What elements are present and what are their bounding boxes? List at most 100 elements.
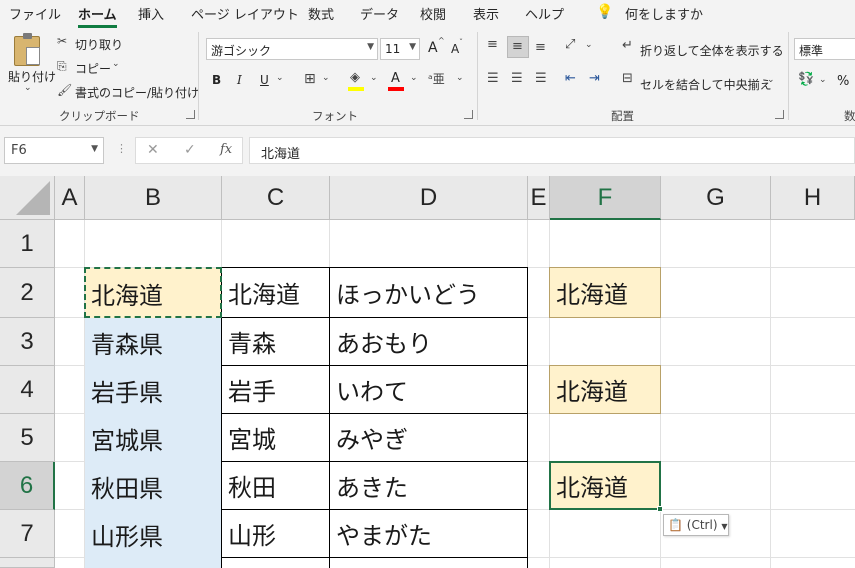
row-header-6[interactable]: 6 xyxy=(0,462,55,510)
column-header-e[interactable]: E xyxy=(528,176,550,220)
cell-b8[interactable] xyxy=(85,558,222,568)
row-header-4[interactable]: 4 xyxy=(0,366,55,414)
copy-icon[interactable]: ⎘ xyxy=(57,59,67,74)
decrease-indent-icon[interactable]: ⇤ xyxy=(565,71,576,86)
name-box[interactable]: F6 ▼ xyxy=(4,137,104,164)
number-format-combo[interactable]: 標準 xyxy=(794,38,855,60)
cell-d6[interactable]: あきた xyxy=(329,461,528,510)
copy-button[interactable]: コピー xyxy=(75,60,111,77)
row-header-2[interactable]: 2 xyxy=(0,268,55,318)
chevron-down-icon[interactable]: ⌄ xyxy=(112,59,120,69)
cell-b6[interactable]: 秋田県 xyxy=(85,462,222,510)
cell-c8[interactable] xyxy=(221,557,330,568)
dialog-launcher-icon[interactable] xyxy=(464,110,473,119)
row-header-3[interactable]: 3 xyxy=(0,318,55,366)
italic-button[interactable]: I xyxy=(237,73,242,87)
cell-c7[interactable]: 山形 xyxy=(221,509,330,558)
align-left-icon[interactable]: ☰ xyxy=(487,71,499,86)
bold-button[interactable]: B xyxy=(212,73,221,87)
column-header-d[interactable]: D xyxy=(330,176,528,220)
increase-indent-icon[interactable]: ⇥ xyxy=(589,71,600,86)
tab-file[interactable]: ファイル xyxy=(9,4,61,23)
fill-handle[interactable] xyxy=(657,506,663,512)
chevron-down-icon[interactable]: ⌄ xyxy=(276,73,284,83)
align-middle-button[interactable]: ≡ xyxy=(507,36,529,58)
row-header-5[interactable]: 5 xyxy=(0,414,55,462)
cell-b4[interactable]: 岩手県 xyxy=(85,366,222,414)
chevron-down-icon[interactable]: ⌄ xyxy=(370,73,378,83)
row-header-1[interactable]: 1 xyxy=(0,220,55,268)
merge-center-icon[interactable]: ⊟ xyxy=(622,71,633,86)
dialog-launcher-icon[interactable] xyxy=(186,110,195,119)
select-all-button[interactable] xyxy=(0,176,55,220)
align-bottom-icon[interactable]: ≡ xyxy=(535,40,546,55)
insert-function-icon[interactable]: fx xyxy=(220,142,232,157)
column-header-c[interactable]: C xyxy=(222,176,330,220)
font-color-button[interactable]: A xyxy=(391,71,400,86)
align-top-icon[interactable]: ≡ xyxy=(487,37,498,52)
font-name-combo[interactable]: 游ゴシック ▼ xyxy=(206,38,378,60)
wrap-text-button[interactable]: 折り返して全体を表示する xyxy=(640,42,784,59)
cell-d2[interactable]: ほっかいどう xyxy=(329,267,528,318)
chevron-down-icon[interactable]: ⌄ xyxy=(819,75,827,85)
cell-c3[interactable]: 青森 xyxy=(221,317,330,366)
wrap-text-icon[interactable]: ↵ xyxy=(622,38,633,53)
underline-button[interactable]: U xyxy=(260,73,269,87)
tab-view[interactable]: 表示 xyxy=(473,4,499,23)
cell-b3[interactable]: 青森県 xyxy=(85,318,222,366)
cell-d7[interactable]: やまがた xyxy=(329,509,528,558)
currency-icon[interactable]: 💱 xyxy=(798,72,814,87)
cancel-icon[interactable]: ✕ xyxy=(147,142,159,158)
cell-c6[interactable]: 秋田 xyxy=(221,461,330,510)
align-right-icon[interactable]: ☰ xyxy=(535,71,547,86)
lightbulb-icon[interactable]: 💡 xyxy=(596,4,613,20)
tab-page-layout[interactable]: ページ レイアウト xyxy=(191,4,299,23)
scissors-icon[interactable]: ✂ xyxy=(57,34,67,48)
column-header-f[interactable]: F xyxy=(550,176,661,220)
phonetic-guide-icon[interactable]: ᵃ亜 xyxy=(428,70,445,87)
dialog-launcher-icon[interactable] xyxy=(775,110,784,119)
grow-font-button[interactable]: A xyxy=(428,40,438,56)
cell-b7[interactable]: 山形県 xyxy=(85,510,222,558)
format-painter-button[interactable]: 書式のコピー/貼り付け xyxy=(75,84,199,101)
tab-data[interactable]: データ xyxy=(360,4,399,23)
chevron-down-icon[interactable]: ⌄ xyxy=(767,75,775,85)
format-painter-icon[interactable]: 🖌 xyxy=(57,83,72,97)
enter-icon[interactable]: ✓ xyxy=(184,142,196,158)
tab-review[interactable]: 校閲 xyxy=(420,4,446,23)
cell-c5[interactable]: 宮城 xyxy=(221,413,330,462)
chevron-down-icon[interactable]: ⌄ xyxy=(410,73,418,83)
cell-f2[interactable]: 北海道 xyxy=(549,267,661,318)
percent-button[interactable]: % xyxy=(837,74,849,89)
cell-b5[interactable]: 宮城県 xyxy=(85,414,222,462)
cell-c4[interactable]: 岩手 xyxy=(221,365,330,414)
tab-help[interactable]: ヘルプ xyxy=(525,4,564,23)
align-center-icon[interactable]: ☰ xyxy=(511,71,523,86)
cell-c2[interactable]: 北海道 xyxy=(221,267,330,318)
worksheet-grid[interactable]: 北海道 青森県 岩手県 宮城県 秋田県 山形県 北海道 ほっかいどう 青森 あお… xyxy=(55,220,855,568)
more-icon[interactable]: ⋮ xyxy=(116,142,127,155)
tell-me-box[interactable]: 何をしますか xyxy=(625,4,703,23)
tab-home[interactable]: ホーム xyxy=(78,4,117,28)
chevron-down-icon[interactable]: ⌄ xyxy=(585,40,593,50)
fill-color-icon[interactable]: ◈ xyxy=(350,70,360,85)
merge-center-button[interactable]: セルを結合して中央揃え xyxy=(640,76,772,93)
chevron-down-icon[interactable]: ▼ xyxy=(91,144,98,154)
cut-button[interactable]: 切り取り xyxy=(75,36,123,53)
tab-formulas[interactable]: 数式 xyxy=(308,4,334,23)
paste-options-button[interactable]: 📋 (Ctrl) ▼ xyxy=(663,514,729,536)
column-header-a[interactable]: A xyxy=(55,176,85,220)
formula-input[interactable]: 北海道 xyxy=(249,137,855,164)
column-header-g[interactable]: G xyxy=(661,176,771,220)
chevron-down-icon[interactable]: ⌄ xyxy=(322,73,330,83)
orientation-icon[interactable]: ⤢ xyxy=(565,37,575,52)
font-size-combo[interactable]: 11 ▼ xyxy=(380,38,420,60)
chevron-down-icon[interactable]: ⌄ xyxy=(456,73,464,83)
cell-d8[interactable] xyxy=(329,557,528,568)
row-header-8[interactable] xyxy=(0,558,55,568)
cell-f4[interactable]: 北海道 xyxy=(549,365,661,414)
column-header-b[interactable]: B xyxy=(85,176,222,220)
cell-d4[interactable]: いわて xyxy=(329,365,528,414)
tab-insert[interactable]: 挿入 xyxy=(138,4,164,23)
cell-d3[interactable]: あおもり xyxy=(329,317,528,366)
